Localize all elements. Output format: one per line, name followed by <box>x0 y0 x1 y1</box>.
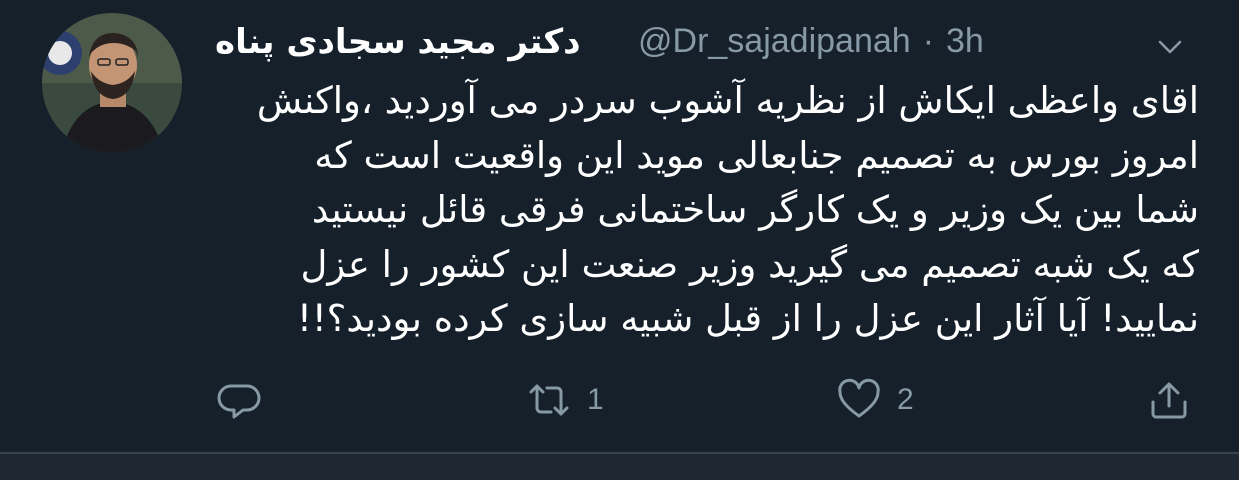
tweet-text-line: نمایید! آیا آثار این عزل را از قبل شبیه … <box>297 297 1199 340</box>
handle-and-time: @Dr_sajadipanah · 3h <box>638 22 984 61</box>
share-icon <box>1151 382 1187 419</box>
tweet-time[interactable]: 3h <box>946 22 984 60</box>
avatar[interactable] <box>42 13 182 153</box>
tweet-text: اقای واعظی ایکاش از نظریه آشوب سردر می آ… <box>215 74 1199 347</box>
separator-dot: · <box>922 22 935 60</box>
avatar-photo <box>42 13 182 153</box>
tweet-text-line: که یک شبه تصمیم می گیرید وزیر صنعت این ک… <box>300 242 1199 286</box>
retweet-button[interactable]: 1 <box>525 372 604 428</box>
like-button[interactable]: 2 <box>835 372 914 428</box>
tweet-card[interactable]: دکتر مجید سجادی پناه @Dr_sajadipanah · 3h … <box>0 0 1239 452</box>
author-name[interactable]: دکتر مجید سجادی پناه <box>215 22 581 62</box>
tweet-text-line: اقای واعظی ایکاش از نظریه آشوب سردر می آ… <box>256 79 1199 122</box>
tweet-actions: 1 2 <box>210 372 1200 428</box>
reply-icon <box>217 384 261 419</box>
tweet-text-line: شما بین یک وزیر و یک کارگر ساختمانی فرقی… <box>311 188 1199 231</box>
retweet-icon <box>529 384 569 416</box>
retweet-count: 1 <box>587 383 604 416</box>
like-count: 2 <box>897 383 914 416</box>
share-button[interactable] <box>1145 372 1193 428</box>
next-tweet-area <box>0 454 1239 480</box>
author-handle[interactable]: @Dr_sajadipanah <box>638 22 911 60</box>
tweet-text-line: امروز بورس به تصمیم جنابعالی موید این وا… <box>314 133 1199 177</box>
heart-icon <box>838 378 880 418</box>
chevron-down-icon[interactable] <box>1155 32 1185 62</box>
reply-button[interactable] <box>215 372 263 428</box>
tweet-header: دکتر مجید سجادی پناه @Dr_sajadipanah · 3h <box>210 18 1199 74</box>
